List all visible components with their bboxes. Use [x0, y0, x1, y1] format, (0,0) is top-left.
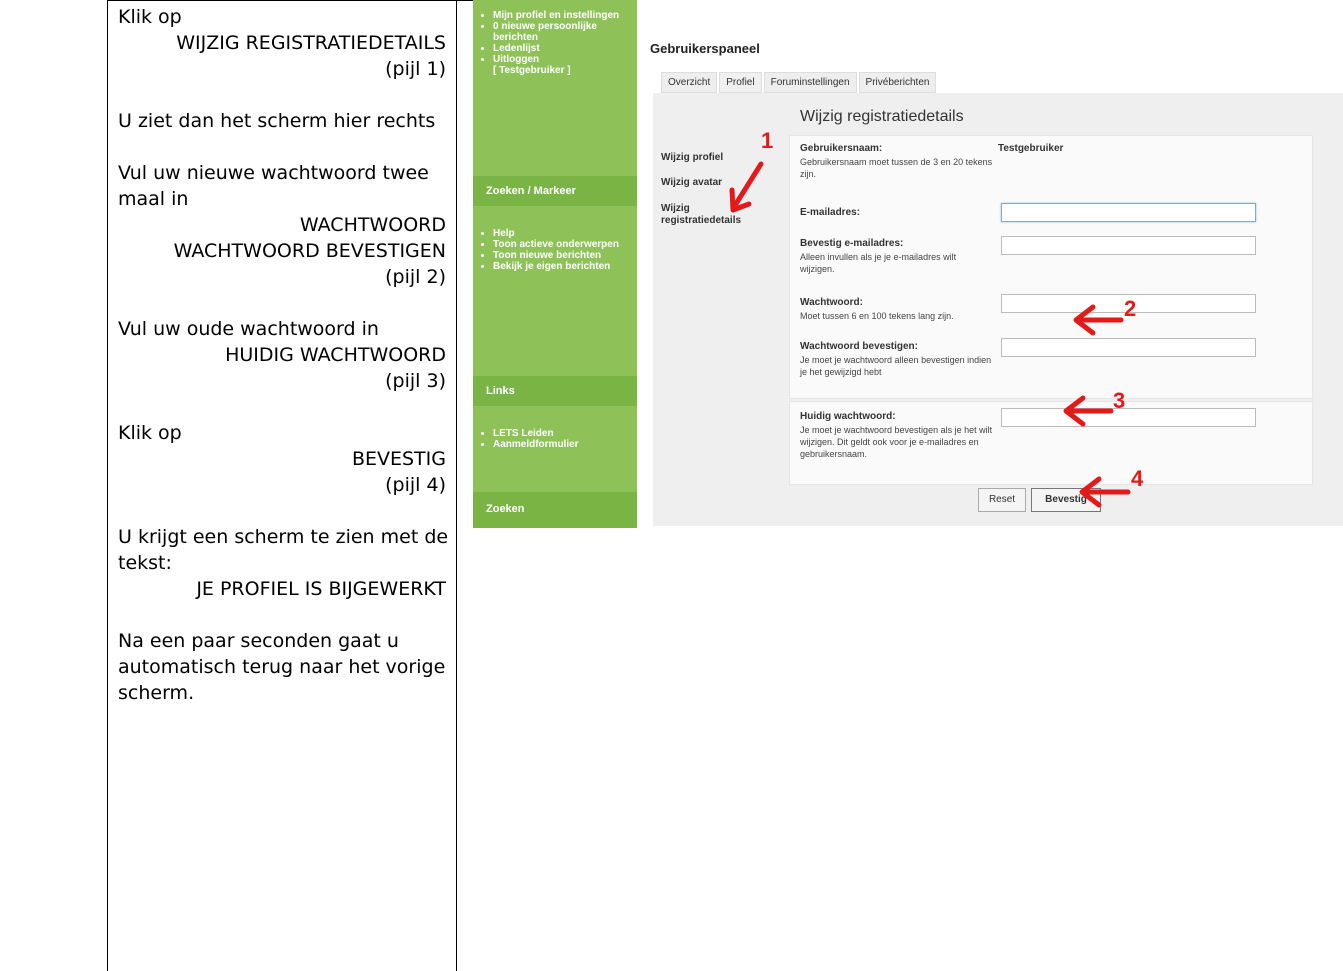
sidebar-link[interactable]: Toon nieuwe berichten	[493, 250, 633, 261]
instruction-spacer	[118, 394, 446, 420]
instructions-column: Klik op WIJZIG REGISTRATIEDETAILS (pijl 1)…	[118, 4, 449, 706]
annotation-number-2: 2	[1124, 296, 1137, 321]
sidebar-link[interactable]: Ledenlijst	[493, 43, 633, 54]
instruction-line: WACHTWOORD BEVESTIGEN	[173, 240, 446, 262]
annotation-number-4: 4	[1131, 466, 1144, 491]
instruction-line: U ziet dan het scherm hier rechts	[118, 110, 436, 132]
table-left-border	[107, 0, 108, 971]
instruction-line: Klik op	[118, 6, 182, 28]
instruction-line: (pijl 4)	[385, 474, 446, 496]
zoeken-section-title: Zoeken	[486, 503, 525, 515]
instruction-line: WIJZIG REGISTRATIEDETAILS	[176, 32, 446, 54]
sidebar-link[interactable]: Help	[493, 228, 633, 239]
instruction-line: WACHTWOORD	[299, 214, 446, 236]
sidebar-link[interactable]: Mijn profiel en instellingen	[493, 10, 633, 21]
instruction-spacer	[118, 290, 446, 316]
instruction-line: U krijgt een scherm te zien met de	[118, 526, 449, 548]
instruction-line: (pijl 1)	[385, 58, 446, 80]
search-section-title: Zoeken / Markeer	[486, 185, 576, 197]
instruction-line: Na een paar seconden gaat u	[118, 630, 399, 652]
table-column-divider	[456, 0, 457, 971]
instruction-line: (pijl 3)	[385, 370, 446, 392]
instruction-line: tekst:	[118, 552, 172, 574]
instruction-line: HUIDIG WACHTWOORD	[225, 344, 446, 366]
sidebar-link[interactable]: Uitloggen	[493, 54, 633, 65]
instruction-line: JE PROFIEL IS BIJGEWERKT	[196, 578, 446, 600]
sidebar-link[interactable]: LETS Leiden	[493, 428, 633, 439]
annotation-arrows	[729, 161, 1131, 508]
sidebar-link[interactable]: Toon actieve onderwerpen	[493, 239, 633, 250]
sidebar-link[interactable]: Bekijk je eigen berichten	[493, 261, 633, 272]
instruction-spacer	[118, 498, 446, 524]
instruction-line: Klik op	[118, 422, 182, 444]
annotation-number-1: 1	[761, 128, 774, 153]
links-menu: LETS LeidenAanmeldformulier	[483, 428, 633, 450]
instruction-line: BEVESTIG	[351, 448, 446, 470]
instruction-line: scherm.	[118, 682, 195, 704]
instruction-spacer	[118, 82, 446, 108]
user-menu: Mijn profiel en instellingen0 nieuwe per…	[483, 10, 633, 76]
sidebar-link[interactable]: Aanmeldformulier	[493, 439, 633, 450]
forum-screenshot: Mijn profiel en instellingen0 nieuwe per…	[473, 0, 1343, 528]
annotation-number-3: 3	[1113, 388, 1126, 413]
instruction-line: Vul uw nieuwe wachtwoord twee	[118, 162, 429, 184]
instruction-line: automatisch terug naar het vorige	[118, 656, 446, 678]
forum-sidebar: Mijn profiel en instellingen0 nieuwe per…	[473, 0, 637, 528]
forum-main: Gebruikerspaneel Overzicht Profiel Forumin…	[637, 0, 1343, 528]
sidebar-username: [ Testgebruiker ]	[493, 65, 571, 76]
links-section-title: Links	[486, 385, 515, 397]
instruction-line: maal in	[118, 188, 189, 210]
instruction-spacer	[118, 134, 446, 160]
arrow-1	[731, 161, 764, 210]
sidebar-link[interactable]: 0 nieuwe persoonlijke berichten	[493, 21, 633, 43]
instruction-line: Vul uw oude wachtwoord in	[118, 318, 379, 340]
search-menu: HelpToon actieve onderwerpenToon nieuwe …	[483, 228, 633, 272]
instruction-spacer	[118, 602, 446, 628]
instruction-line: (pijl 2)	[385, 266, 446, 288]
